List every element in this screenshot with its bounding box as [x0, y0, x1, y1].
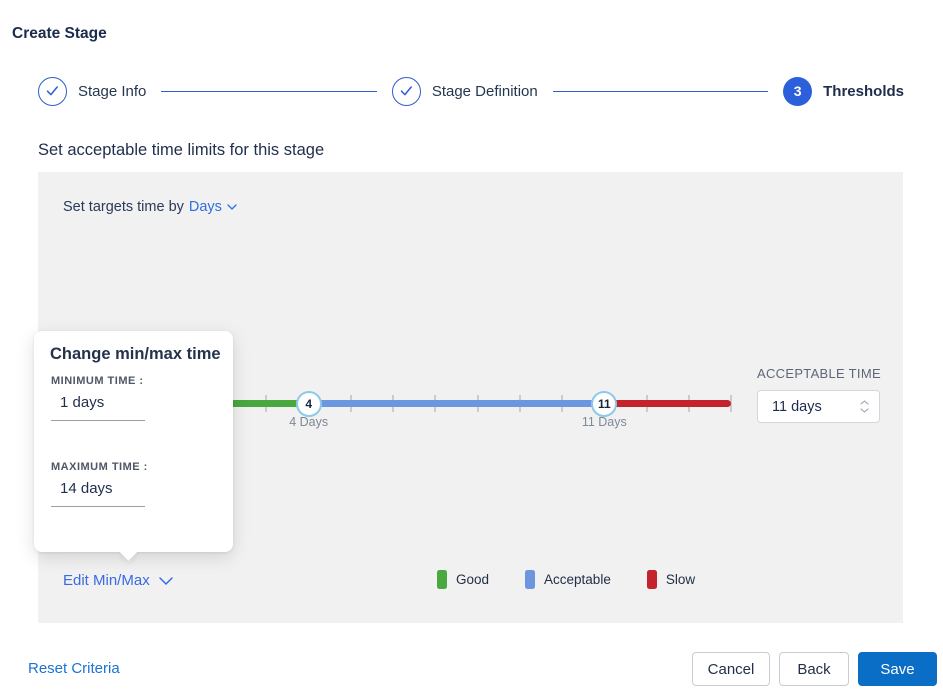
- save-button[interactable]: Save: [858, 652, 937, 686]
- legend-label: Slow: [665, 572, 696, 587]
- step-label: Stage Info: [78, 82, 147, 100]
- set-targets-row: Set targets time by Days: [63, 199, 237, 215]
- slider-handle-label: 11 Days: [581, 415, 627, 429]
- minimum-time-label: MINIMUM TIME :: [51, 375, 144, 387]
- legend-swatch: [437, 570, 447, 589]
- footer-actions: Cancel Back Save: [692, 652, 937, 686]
- slider-segment-slow: [604, 400, 731, 407]
- step-stage-definition[interactable]: Stage Definition: [391, 76, 538, 106]
- maximum-time-label: MAXIMUM TIME :: [51, 461, 148, 473]
- legend-item: Good: [437, 570, 489, 589]
- create-stage-page: Create Stage Stage Info Stage Definition…: [0, 0, 943, 699]
- stepper-arrows: [860, 400, 869, 413]
- slider-handle[interactable]: 4: [295, 390, 322, 417]
- acceptable-time-value: 11 days: [772, 398, 822, 415]
- step-stage-info[interactable]: Stage Info: [38, 76, 147, 106]
- reset-criteria-link[interactable]: Reset Criteria: [28, 660, 120, 677]
- check-circle-icon: [391, 76, 421, 106]
- edit-minmax-label: Edit Min/Max: [63, 572, 150, 589]
- step-thresholds[interactable]: 3 Thresholds: [783, 76, 904, 106]
- legend-swatch: [646, 570, 657, 589]
- spinner-down-icon[interactable]: [860, 408, 869, 413]
- slider-handle[interactable]: 11: [591, 390, 618, 417]
- page-title: Create Stage: [12, 25, 107, 42]
- step-number-circle: 3: [783, 76, 813, 106]
- popup-title: Change min/max time: [50, 345, 221, 363]
- minmax-popup: Change min/max time MINIMUM TIME : MAXIM…: [34, 331, 233, 561]
- edit-minmax-link[interactable]: Edit Min/Max: [63, 572, 173, 589]
- days-dropdown-value: Days: [188, 199, 222, 215]
- stepper-connector: [161, 90, 377, 92]
- legend-label: Acceptable: [544, 572, 611, 587]
- chevron-down-icon: [158, 576, 173, 585]
- check-circle-icon: [38, 76, 67, 106]
- slider-handle-label: 4 Days: [289, 415, 329, 429]
- minimum-time-input[interactable]: [51, 389, 145, 421]
- step-label: Stage Definition: [431, 82, 538, 100]
- stepper-connector: [552, 90, 769, 92]
- days-dropdown[interactable]: Days: [189, 199, 237, 215]
- step-label: Thresholds: [823, 82, 904, 100]
- time-slider[interactable]: 44 Days 11 11 Days: [181, 390, 732, 429]
- maximum-time-input[interactable]: [51, 475, 145, 507]
- section-heading: Set acceptable time limits for this stag…: [38, 141, 325, 159]
- stepper: Stage Info Stage Definition 3 Thresholds: [38, 76, 904, 106]
- cancel-button[interactable]: Cancel: [692, 652, 770, 686]
- back-button[interactable]: Back: [779, 652, 849, 686]
- legend-swatch: [525, 570, 536, 589]
- chevron-down-icon: [227, 204, 237, 210]
- spinner-up-icon[interactable]: [860, 400, 869, 405]
- slider-segment-acceptable: [308, 400, 605, 407]
- slider-legend: Good Acceptable Slow: [437, 570, 695, 589]
- acceptable-time-label: ACCEPTABLE TIME: [757, 366, 881, 381]
- legend-item: Acceptable: [525, 570, 611, 589]
- acceptable-time-block: ACCEPTABLE TIME 11 days: [757, 366, 889, 423]
- acceptable-time-input[interactable]: 11 days: [757, 390, 880, 423]
- targets-label: Set targets time by: [63, 199, 184, 215]
- legend-item: Slow: [646, 570, 696, 589]
- legend-label: Good: [456, 572, 490, 587]
